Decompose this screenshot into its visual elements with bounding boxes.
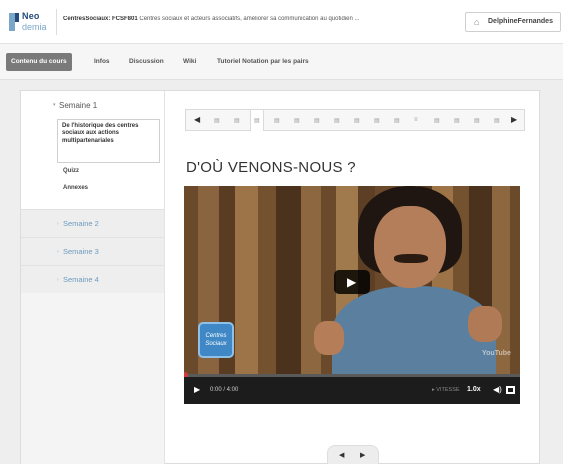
video-play-button[interactable]: ▶ <box>334 270 370 294</box>
speaker-mustache <box>394 254 428 263</box>
chevron-right-icon[interactable]: ▶ <box>511 115 517 124</box>
tab-contenu-du-cours[interactable]: Contenu du cours <box>6 53 72 71</box>
unit-tab-icon[interactable]: ▤ <box>234 117 240 124</box>
user-name: DelphineFernandes <box>488 18 553 25</box>
video-player[interactable]: Centres Sociaux YouTube ▶ ▶ 0:00 / 4:00 … <box>184 186 520 404</box>
tab-infos[interactable]: Infos <box>94 53 110 71</box>
chevron-left-icon[interactable]: ◀ <box>339 451 344 459</box>
logo-text-top: Neo <box>22 11 40 21</box>
unit-tab-icon[interactable]: ▤ <box>394 117 400 124</box>
sidebar-week-label: Semaine 3 <box>63 247 99 256</box>
course-title: CentresSociaux: FCSF801 Centres sociaux … <box>63 16 448 22</box>
video-time: 0:00 / 4:00 <box>210 387 239 393</box>
course-name: Centres sociaux et acteurs associatifs, … <box>139 16 360 22</box>
header-divider <box>56 9 57 35</box>
tab-wiki[interactable]: Wiki <box>183 53 196 71</box>
course-code: CentresSociaux: FCSF801 <box>63 16 138 22</box>
video-background-plank <box>258 186 276 374</box>
course-tabs: Contenu du cours Infos Discussion Wiki T… <box>0 44 563 80</box>
sequence-bottom-nav: ◀ ▶ <box>327 445 379 464</box>
sidebar-lesson-quizz[interactable]: Quizz <box>63 168 79 174</box>
caret-down-icon: ▾ <box>53 102 56 108</box>
sidebar-week-label: Semaine 2 <box>63 219 99 228</box>
speed-label: ▸ VITESSE <box>432 387 460 393</box>
logo-mark-accent <box>15 13 19 22</box>
course-sidebar: ▾ Semaine 1 De l'historique des centres … <box>21 91 165 464</box>
unit-tab-icon[interactable]: ≡ <box>414 117 418 123</box>
top-header: Neo demia CentresSociaux: FCSF801 Centre… <box>0 0 563 44</box>
play-icon[interactable]: ▶ <box>194 385 200 394</box>
sidebar-week-3[interactable]: › Semaine 3 <box>21 237 164 265</box>
unit-tab-icon[interactable]: ▤ <box>454 117 460 124</box>
sidebar-week-1-title[interactable]: Semaine 1 <box>59 101 97 110</box>
video-background-plank <box>184 186 198 374</box>
speed-label-text: VITESSE <box>436 387 460 393</box>
sidebar-week-1: ▾ Semaine 1 De l'historique des centres … <box>21 91 164 209</box>
unit-tab-icon[interactable]: ▤ <box>314 117 320 124</box>
user-menu-button[interactable]: ⌂ DelphineFernandes <box>465 12 561 32</box>
video-background-plank <box>235 186 258 374</box>
unit-tab-icon[interactable]: ▤ <box>294 117 300 124</box>
volume-icon[interactable]: ◀) <box>493 385 502 394</box>
unit-tab-icon[interactable]: ▤ <box>254 117 260 124</box>
speed-button[interactable]: 1.0x <box>467 386 481 393</box>
speaker-hand <box>314 321 344 355</box>
chevron-right-icon[interactable]: ▶ <box>360 451 365 459</box>
unit-tab-icon[interactable]: ▤ <box>434 117 440 124</box>
home-icon: ⌂ <box>474 17 480 27</box>
centres-sociaux-logo: Centres Sociaux <box>198 322 234 358</box>
play-icon: ▶ <box>347 275 357 289</box>
sidebar-lesson-active[interactable]: De l'historique des centres sociaux aux … <box>57 119 160 163</box>
caret-right-icon: › <box>57 221 59 227</box>
course-content: ▾ Semaine 1 De l'historique des centres … <box>20 90 540 464</box>
neodemia-logo[interactable]: Neo demia <box>9 11 49 35</box>
unit-tab-icon[interactable]: ▤ <box>374 117 380 124</box>
unit-tab-icon[interactable]: ▤ <box>274 117 280 124</box>
unit-tab-icon[interactable]: ▤ <box>474 117 480 124</box>
sidebar-week-4[interactable]: › Semaine 4 <box>21 265 164 293</box>
caret-right-icon: › <box>57 277 59 283</box>
sidebar-lesson-annexes[interactable]: Annexes <box>63 185 88 191</box>
logo-text-bottom: demia <box>22 22 47 32</box>
sidebar-week-2[interactable]: › Semaine 2 <box>21 209 164 237</box>
unit-tab-icon[interactable]: ▤ <box>354 117 360 124</box>
brand-logo-text: Centres Sociaux <box>205 333 227 347</box>
video-controls: ▶ 0:00 / 4:00 ▸ VITESSE 1.0x ◀) <box>184 377 520 404</box>
speaker-hand <box>468 306 502 342</box>
unit-tab-icon[interactable]: ▤ <box>334 117 340 124</box>
caret-right-icon: › <box>57 249 59 255</box>
chevron-left-icon[interactable]: ◀ <box>194 115 200 124</box>
unit-tab-icon[interactable]: ▤ <box>214 117 220 124</box>
video-background-plank <box>276 186 301 374</box>
youtube-watermark: YouTube <box>482 350 511 357</box>
fullscreen-icon[interactable] <box>506 386 515 394</box>
tab-tutoriel-notation[interactable]: Tutoriel Notation par les pairs <box>217 53 309 71</box>
unit-navigation: ◀ ▶ ▤ ▤ ▤ ▤ ▤ ▤ ▤ ▤ ▤ ▤ ≡ ▤ ▤ ▤ ▤ <box>185 109 525 131</box>
page-title: D'OÙ VENONS-NOUS ? <box>186 159 356 176</box>
unit-tab-icon[interactable]: ▤ <box>494 117 500 124</box>
tab-discussion[interactable]: Discussion <box>129 53 164 71</box>
speaker-face <box>374 206 446 288</box>
sidebar-week-label: Semaine 4 <box>63 275 99 284</box>
